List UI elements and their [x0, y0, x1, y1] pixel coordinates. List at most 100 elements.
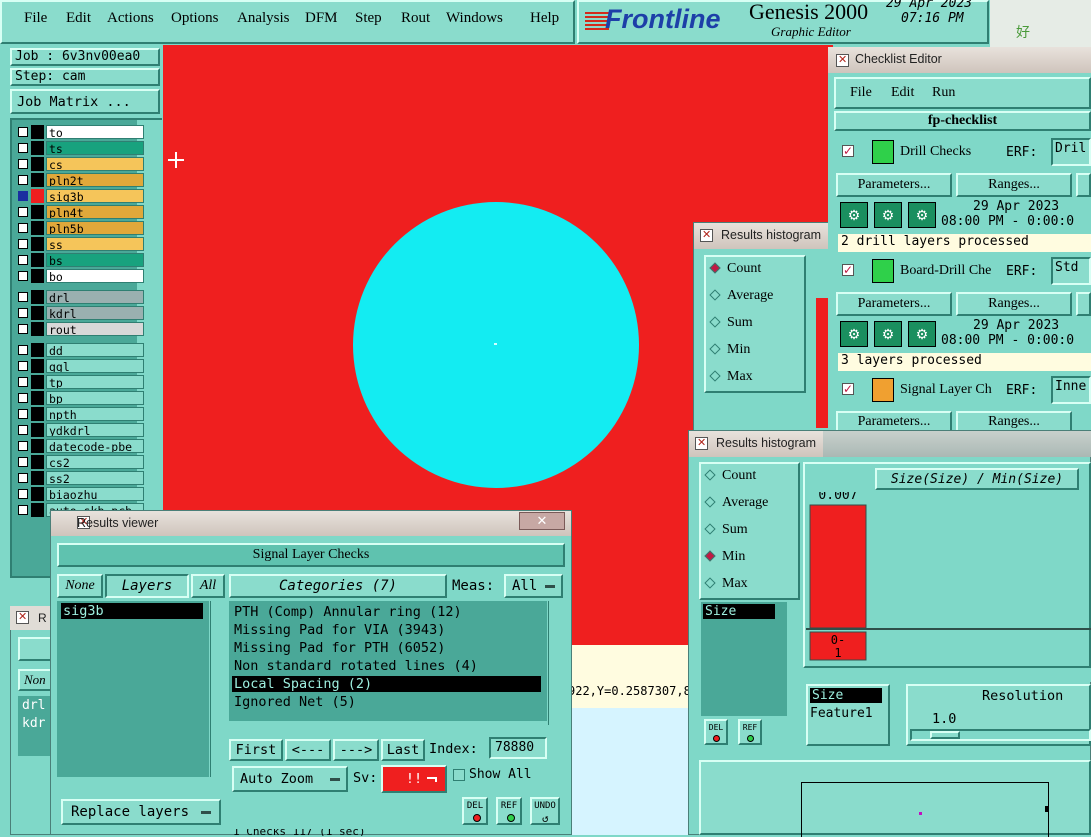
- layer-checkbox[interactable]: [18, 159, 28, 169]
- index-input[interactable]: 78880: [489, 737, 547, 759]
- category-item[interactable]: Missing Pad for PTH (6052): [232, 640, 541, 656]
- histogram-metric-list[interactable]: Size: [701, 602, 787, 716]
- ce-menu-file[interactable]: File: [850, 85, 872, 101]
- layer-name[interactable]: pln2t: [46, 173, 144, 187]
- layer-checkbox[interactable]: [18, 127, 28, 137]
- layer-row[interactable]: sig3b: [14, 189, 144, 203]
- layer-row[interactable]: datecode-pbe: [14, 439, 144, 453]
- category-item[interactable]: Local Spacing (2): [232, 676, 541, 692]
- ref-button[interactable]: REF: [496, 797, 522, 825]
- layer-row[interactable]: drl: [14, 290, 144, 304]
- radio-diamond-icon[interactable]: [709, 262, 721, 274]
- replace-layers-dropdown[interactable]: Replace layers: [61, 799, 221, 825]
- layer-name[interactable]: pln5b: [46, 221, 144, 235]
- run-check-icon[interactable]: ⚙: [874, 321, 902, 347]
- run-check-icon[interactable]: ⚙: [908, 321, 936, 347]
- layer-row[interactable]: ss: [14, 237, 144, 251]
- layer-name[interactable]: npth: [46, 407, 144, 421]
- layer-row[interactable]: biaozhu: [14, 487, 144, 501]
- layer-row[interactable]: cs2: [14, 455, 144, 469]
- meas-dropdown[interactable]: All: [504, 574, 563, 598]
- background-list-item[interactable]: drl: [22, 698, 45, 713]
- undo-button[interactable]: UNDO ↺: [530, 797, 560, 825]
- circular-pad-feature[interactable]: [353, 202, 639, 488]
- layer-row[interactable]: bs: [14, 253, 144, 267]
- check-2-erf-field[interactable]: Std: [1051, 257, 1091, 285]
- layer-row[interactable]: tp: [14, 375, 144, 389]
- radio-diamond-icon[interactable]: [704, 550, 716, 562]
- layer-row[interactable]: rout: [14, 322, 144, 336]
- layer-row[interactable]: bp: [14, 391, 144, 405]
- radio-diamond-icon[interactable]: [704, 496, 716, 508]
- histogram-bar[interactable]: [809, 504, 867, 629]
- menu-analysis[interactable]: Analysis: [237, 10, 290, 27]
- layer-checkbox[interactable]: [18, 377, 28, 387]
- chart-hscrollbar[interactable]: [803, 668, 1091, 682]
- resolution-slider-thumb[interactable]: [930, 731, 960, 739]
- background-list[interactable]: drl kdr: [18, 696, 52, 756]
- metric-list-scrollbar[interactable]: [788, 602, 800, 716]
- layer-list-vscrollbar[interactable]: [210, 601, 225, 777]
- layer-row[interactable]: ts: [14, 141, 144, 155]
- layer-name[interactable]: ss2: [46, 471, 144, 485]
- run-check-icon[interactable]: ⚙: [908, 202, 936, 228]
- histogram-option-average[interactable]: Average: [704, 495, 768, 511]
- layer-row[interactable]: to: [14, 125, 144, 139]
- window-close-icon[interactable]: [16, 610, 29, 624]
- show-all-checkbox[interactable]: [453, 769, 465, 781]
- results-viewer-titlebar[interactable]: Results viewer ✕: [51, 511, 571, 536]
- category-item[interactable]: Non standard rotated lines (4): [232, 658, 541, 674]
- layer-name[interactable]: datecode-pbe: [46, 439, 144, 453]
- check-1-enable-checkbox[interactable]: ✓: [842, 145, 854, 157]
- layer-name[interactable]: ydkdrl: [46, 423, 144, 437]
- resolution-slider[interactable]: [910, 729, 1091, 741]
- layer-name[interactable]: bo: [46, 269, 144, 283]
- layer-name[interactable]: sig3b: [46, 189, 144, 203]
- radio-diamond-icon[interactable]: [709, 316, 721, 328]
- ce-menu-run[interactable]: Run: [932, 85, 955, 101]
- background-none-button[interactable]: Non: [18, 669, 52, 691]
- background-window-button[interactable]: [18, 637, 52, 661]
- layer-name[interactable]: ggl: [46, 359, 144, 373]
- layer-name[interactable]: dd: [46, 343, 144, 357]
- category-item[interactable]: Missing Pad for VIA (3943): [232, 622, 541, 638]
- layer-checkbox[interactable]: [18, 207, 28, 217]
- layer-checkbox[interactable]: [18, 361, 28, 371]
- menu-step[interactable]: Step: [355, 10, 382, 27]
- radio-diamond-icon[interactable]: [709, 343, 721, 355]
- check-2-extra-button[interactable]: [1076, 292, 1091, 316]
- layer-checkbox[interactable]: [18, 409, 28, 419]
- category-item[interactable]: PTH (Comp) Annular ring (12): [232, 604, 541, 620]
- menu-edit[interactable]: Edit: [66, 10, 91, 27]
- histogram-option-max[interactable]: Max: [709, 369, 753, 385]
- menu-dfm[interactable]: DFM: [305, 10, 338, 27]
- layer-checkbox[interactable]: [18, 143, 28, 153]
- layer-checkbox[interactable]: [18, 239, 28, 249]
- layer-name[interactable]: cs: [46, 157, 144, 171]
- layer-checkbox[interactable]: [18, 441, 28, 451]
- layer-row[interactable]: kdrl: [14, 306, 144, 320]
- histogram-metric-item[interactable]: Size: [703, 604, 775, 619]
- check-3-enable-checkbox[interactable]: ✓: [842, 383, 854, 395]
- check-2-parameters-button[interactable]: Parameters...: [836, 292, 952, 316]
- check-1-parameters-button[interactable]: Parameters...: [836, 173, 952, 197]
- histogram-del-button[interactable]: DEL: [704, 719, 728, 745]
- category-item[interactable]: Ignored Net (5): [232, 694, 541, 710]
- histogram-2-titlebar[interactable]: Results histogram: [689, 431, 823, 457]
- run-check-icon[interactable]: ⚙: [840, 202, 868, 228]
- menu-rout[interactable]: Rout: [401, 10, 430, 27]
- check-1-ranges-button[interactable]: Ranges...: [956, 173, 1072, 197]
- layer-row[interactable]: ggl: [14, 359, 144, 373]
- layer-row[interactable]: dd: [14, 343, 144, 357]
- prev-button[interactable]: <---: [285, 739, 331, 761]
- layer-checkbox[interactable]: [18, 271, 28, 281]
- layer-checkbox[interactable]: [18, 175, 28, 185]
- radio-diamond-icon[interactable]: [704, 469, 716, 481]
- menu-options[interactable]: Options: [171, 10, 219, 27]
- layer-row[interactable]: ss2: [14, 471, 144, 485]
- layer-name[interactable]: kdrl: [46, 306, 144, 320]
- layer-name[interactable]: bp: [46, 391, 144, 405]
- histogram-option-count[interactable]: Count: [704, 468, 756, 484]
- histogram-option-count[interactable]: Count: [709, 261, 761, 277]
- layer-name[interactable]: biaozhu: [46, 487, 144, 501]
